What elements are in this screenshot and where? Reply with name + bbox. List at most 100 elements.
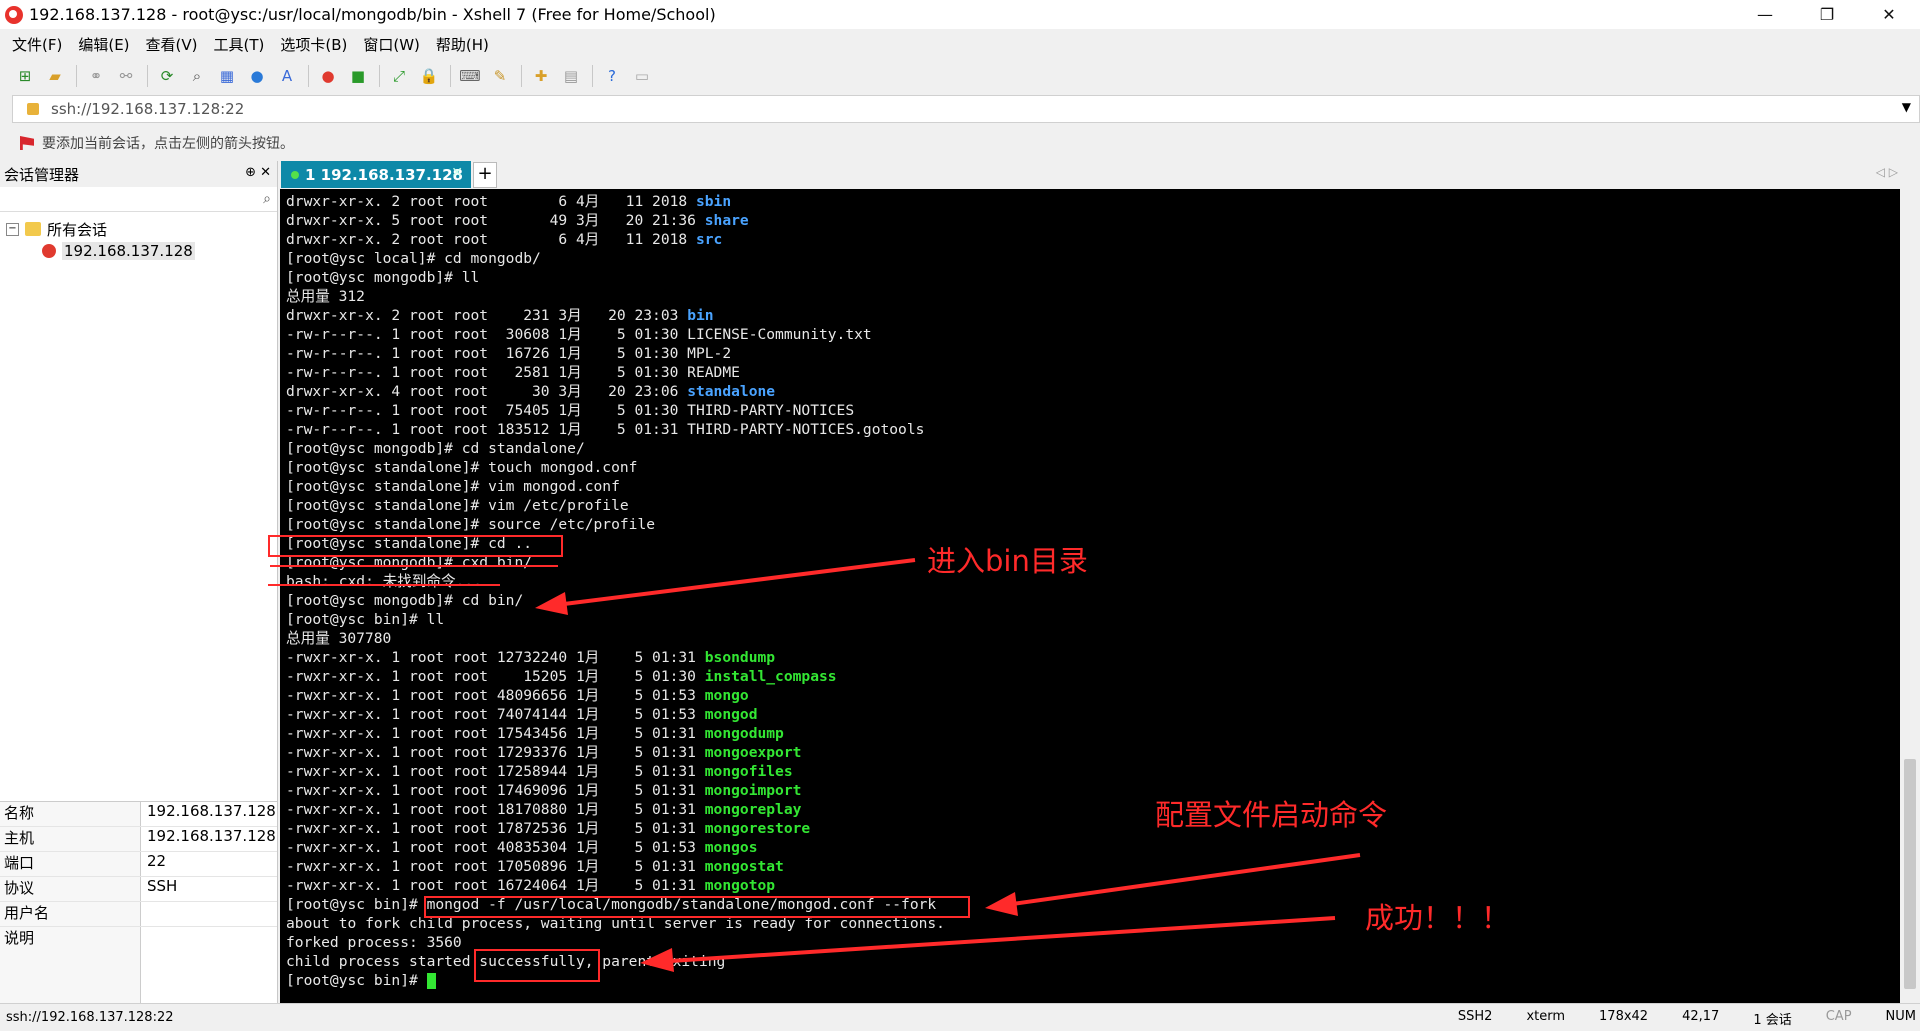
close-icon[interactable]: ✕	[451, 165, 463, 181]
status-size: 178x42	[1599, 1009, 1649, 1024]
status-address: ssh://192.168.137.128:22	[6, 1010, 174, 1025]
terminal-line: -rwxr-xr-x. 1 root root 17258944 1月 5 01…	[286, 762, 945, 781]
menu-edit[interactable]: 编辑(E)	[78, 34, 129, 55]
terminal-line: -rw-r--r--. 1 root root 30608 1月 5 01:30…	[286, 325, 945, 344]
menu-file[interactable]: 文件(F)	[12, 34, 62, 55]
add-tab-icon[interactable]: ✚	[530, 65, 552, 87]
fullscreen-icon[interactable]: ⤢	[388, 65, 410, 87]
terminal-text: [root@ysc standalone]# touch mongod.conf	[286, 459, 638, 476]
globe-icon[interactable]: ●	[246, 65, 268, 87]
scroll-thumb[interactable]	[1904, 759, 1916, 989]
terminal-filename: mongorestore	[704, 820, 811, 837]
layout-icon[interactable]: ▤	[560, 65, 582, 87]
menu-view[interactable]: 查看(V)	[146, 34, 198, 55]
terminal[interactable]: drwxr-xr-x. 2 root root 6 4月 11 2018 sbi…	[280, 189, 1900, 1003]
terminal-filename: mongoexport	[704, 744, 802, 761]
help-icon[interactable]: ?	[601, 65, 623, 87]
menu-tab[interactable]: 选项卡(B)	[280, 34, 347, 55]
terminal-line: forked process: 3560	[286, 933, 945, 952]
terminal-text: drwxr-xr-x. 4 root root 30 3月 20 23:06	[286, 383, 688, 400]
xshell-icon[interactable]: ●	[317, 65, 339, 87]
terminal-scrollbar[interactable]	[1900, 189, 1920, 1003]
status-cursor-pos: 42,17	[1682, 1009, 1720, 1024]
connect-icon[interactable]: ⚭	[85, 65, 107, 87]
terminal-line: -rwxr-xr-x. 1 root root 17469096 1月 5 01…	[286, 781, 945, 800]
terminal-filename: mongod	[704, 706, 758, 723]
status-caps: CAP	[1825, 1009, 1852, 1024]
lock-icon[interactable]: 🔒	[418, 65, 440, 87]
collapse-icon[interactable]: −	[6, 222, 19, 236]
chevron-down-icon[interactable]: ▼	[1902, 100, 1911, 114]
new-session-icon[interactable]: ⊞	[14, 65, 36, 87]
status-protocol: SSH2	[1457, 1009, 1493, 1024]
xftp-icon[interactable]: ■	[347, 65, 369, 87]
toolbar-separator	[450, 65, 451, 87]
terminal-line: -rw-r--r--. 1 root root 75405 1月 5 01:30…	[286, 401, 945, 420]
bookmark-icon[interactable]	[20, 136, 34, 150]
terminal-text: 总用量 312	[286, 288, 365, 305]
status-right: SSH2 xterm 178x42 42,17 1 会话 CAP NUM	[1424, 1009, 1920, 1028]
add-tab-button[interactable]: +	[473, 162, 497, 188]
terminal-line: -rwxr-xr-x. 1 root root 16724064 1月 5 01…	[286, 876, 945, 895]
tree-root[interactable]: − 所有会话	[0, 218, 277, 240]
terminal-text: drwxr-xr-x. 2 root root 6 4月 11 2018	[286, 193, 696, 210]
highlight-icon[interactable]: ✎	[489, 65, 511, 87]
terminal-line: -rwxr-xr-x. 1 root root 74074144 1月 5 01…	[286, 705, 945, 724]
reconnect-icon[interactable]: ⟳	[156, 65, 178, 87]
terminal-filename: mongotop	[704, 877, 776, 894]
terminal-text: -rwxr-xr-x. 1 root root 16724064 1月 5 01…	[286, 877, 705, 894]
properties-icon[interactable]: ▦	[216, 65, 238, 87]
session-manager-title: 会话管理器	[4, 165, 80, 184]
search-icon[interactable]: ⌕	[263, 191, 271, 207]
terminal-line: -rw-r--r--. 1 root root 2581 1月 5 01:30 …	[286, 363, 945, 382]
terminal-line: [root@ysc mongodb]# cd bin/	[286, 591, 945, 610]
tab-bar: 1 192.168.137.128 ✕ + ◁ ▷	[279, 159, 1920, 188]
prop-row: 主机 192.168.137.128	[0, 827, 277, 852]
terminal-filename: standalone	[687, 383, 776, 400]
session-manager: 会话管理器 ⊕ ✕ ⌕ − 所有会话 192.168.137.128 名称 192…	[0, 161, 278, 1006]
font-icon[interactable]: A	[276, 65, 298, 87]
terminal-line: drwxr-xr-x. 4 root root 30 3月 20 23:06 s…	[286, 382, 945, 401]
restore-icon[interactable]: ❐	[1796, 0, 1858, 29]
pin-close-icon[interactable]: ⊕ ✕	[245, 165, 271, 180]
address-input[interactable]	[49, 99, 1853, 119]
prop-key: 说明	[0, 927, 141, 1005]
close-icon[interactable]: ✕	[1858, 0, 1920, 29]
terminal-text: [root@ysc bin]# ll	[286, 611, 445, 628]
terminal-text: forked process: 3560	[286, 934, 462, 951]
terminal-filename: mongoimport	[704, 782, 802, 799]
menu-tools[interactable]: 工具(T)	[214, 34, 265, 55]
menu-window[interactable]: 窗口(W)	[363, 34, 420, 55]
terminal-line: [root@ysc bin]# ll	[286, 610, 945, 629]
session-properties: 名称 192.168.137.128 主机 192.168.137.128 端口 22…	[0, 801, 277, 1006]
connected-icon	[291, 170, 299, 179]
tab-session[interactable]: 1 192.168.137.128 ✕	[281, 161, 471, 188]
menu-help[interactable]: 帮助(H)	[436, 34, 489, 55]
keyboard-icon[interactable]: ⌨	[459, 65, 481, 87]
tree-session[interactable]: 192.168.137.128	[0, 240, 277, 262]
session-search[interactable]: ⌕	[0, 187, 277, 212]
minimize-icon[interactable]: —	[1734, 0, 1796, 29]
terminal-cursor	[426, 973, 436, 989]
terminal-text: -rwxr-xr-x. 1 root root 74074144 1月 5 01…	[286, 706, 705, 723]
toolbar-separator	[147, 65, 148, 87]
tab-nav-icon[interactable]: ◁ ▷	[1876, 165, 1898, 179]
search-icon[interactable]: ⌕	[186, 65, 208, 87]
terminal-text: -rwxr-xr-x. 1 root root 40835304 1月 5 01…	[286, 839, 705, 856]
tree-session-label: 192.168.137.128	[62, 242, 195, 260]
hint-bar: 要添加当前会话，点击左侧的箭头按钮。	[0, 128, 1920, 158]
terminal-line: [root@ysc standalone]# touch mongod.conf	[286, 458, 945, 477]
terminal-line: drwxr-xr-x. 2 root root 231 3月 20 23:03 …	[286, 306, 945, 325]
terminal-line: drwxr-xr-x. 2 root root 6 4月 11 2018 src	[286, 230, 945, 249]
terminal-filename: bsondump	[704, 649, 776, 666]
terminal-line: -rwxr-xr-x. 1 root root 17872536 1月 5 01…	[286, 819, 945, 838]
terminal-line: drwxr-xr-x. 5 root root 49 3月 20 21:36 s…	[286, 211, 945, 230]
open-folder-icon[interactable]: ▰	[44, 65, 66, 87]
folder-icon	[25, 222, 41, 236]
terminal-line: -rwxr-xr-x. 1 root root 17293376 1月 5 01…	[286, 743, 945, 762]
hint-text: 要添加当前会话，点击左侧的箭头按钮。	[42, 136, 294, 152]
chat-icon[interactable]: ▭	[631, 65, 653, 87]
status-bar: ssh://192.168.137.128:22 SSH2 xterm 178x…	[0, 1003, 1920, 1031]
terminal-text: [root@ysc bin]#	[286, 972, 427, 989]
disconnect-icon[interactable]: ⚯	[115, 65, 137, 87]
